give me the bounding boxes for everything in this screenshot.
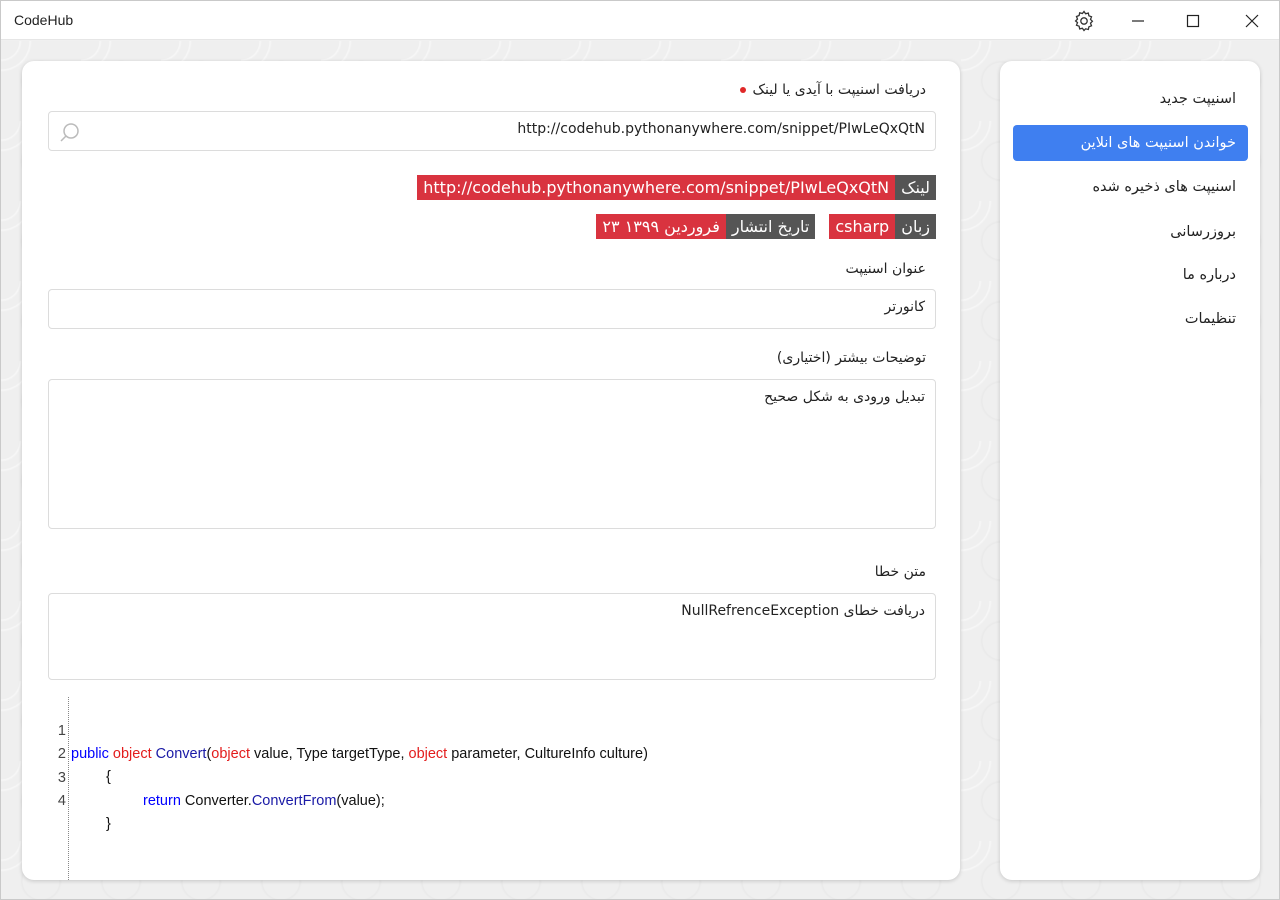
required-dot	[740, 87, 747, 93]
title-label: عنوان اسنیپت	[845, 261, 926, 277]
code-gutter	[68, 697, 69, 880]
language-tag-label: زبان	[895, 214, 936, 239]
code-token: (value);	[336, 793, 385, 809]
code-token: public	[71, 746, 109, 762]
description-label: توضیحات بیشتر (اختیاری)	[776, 350, 926, 366]
code-token: Convert	[155, 746, 207, 762]
description-value: تبدیل ورودی به شکل صحیح	[764, 389, 925, 405]
code-token: Converter.	[180, 793, 252, 809]
code-token: return	[143, 793, 181, 809]
code-line: 2 {	[22, 720, 111, 785]
code-token: ConvertFrom	[251, 793, 337, 809]
maximize-icon[interactable]	[1180, 9, 1206, 33]
language-tag-value: csharp	[829, 214, 896, 239]
code-line-text: }	[106, 816, 111, 832]
line-number: 3	[57, 770, 66, 786]
code-line-text: {	[106, 769, 111, 785]
code-token: value, Type targetType,	[249, 746, 409, 762]
code-token: parameter, CultureInfo culture)	[447, 746, 648, 762]
code-line: 3 return Converter.ConvertFrom(value);	[22, 744, 385, 809]
meta-tag-row: زبان csharp تاریخ انتشار ۲۳ فروردین ۱۳۹۹	[596, 214, 936, 239]
error-label: متن خطا	[874, 564, 926, 580]
code-editor[interactable]: 1 public object Convert(object value, Ty…	[22, 697, 960, 880]
link-tag-value[interactable]: http://codehub.pythonanywhere.com/snippe…	[417, 175, 896, 200]
snippet-detail-panel: دریافت اسنیپت با آیدی یا لینک http://cod…	[22, 61, 960, 880]
snippet-search-input[interactable]: http://codehub.pythonanywhere.com/snippe…	[48, 111, 936, 151]
date-tag-label: تاریخ انتشار	[725, 214, 816, 239]
code-line-text: public object Convert(object value, Type…	[71, 743, 648, 766]
description-textarea[interactable]: تبدیل ورودی به شکل صحیح	[48, 379, 936, 529]
code-token: object	[211, 746, 250, 762]
language-tag: زبان csharp	[829, 214, 936, 239]
date-tag: تاریخ انتشار ۲۳ فروردین ۱۳۹۹	[596, 214, 816, 239]
title-input-value: کانورتر	[884, 299, 925, 315]
date-tag-value: ۲۳ فروردین ۱۳۹۹	[596, 214, 726, 239]
title-bar: CodeHub	[1, 1, 1279, 40]
code-line: 1 public object Convert(object value, Ty…	[22, 697, 648, 762]
line-number: 4	[57, 793, 66, 809]
link-tag-label: لینک	[895, 175, 936, 200]
snippet-search-value: http://codehub.pythonanywhere.com/snippe…	[517, 121, 925, 137]
error-textarea[interactable]: دریافت خطای NullRefrenceException	[48, 593, 936, 680]
code-token: object	[112, 746, 152, 762]
sidebar-item-read-online[interactable]: خواندن اسنیپت های انلاین	[1013, 125, 1248, 161]
sidebar: اسنیپت جدید خواندن اسنیپت های انلاین اسن…	[1000, 61, 1260, 880]
title-input[interactable]: کانورتر	[48, 289, 936, 329]
code-line-text: return Converter.ConvertFrom(value);	[143, 790, 385, 813]
gear-icon[interactable]	[1071, 9, 1097, 33]
error-value: دریافت خطای NullRefrenceException	[681, 603, 925, 619]
fetch-label-text: دریافت اسنیپت با آیدی یا لینک	[752, 82, 926, 98]
close-icon[interactable]	[1239, 9, 1265, 33]
fetch-label: دریافت اسنیپت با آیدی یا لینک	[740, 82, 926, 98]
code-token: object	[408, 746, 448, 762]
sidebar-item-new-snippet[interactable]: اسنیپت جدید	[1013, 81, 1248, 117]
sidebar-item-update[interactable]: بروزرسانی	[1013, 214, 1248, 250]
sidebar-item-settings[interactable]: تنظیمات	[1013, 301, 1248, 337]
code-line: 4 }	[22, 767, 111, 832]
app-window: CodeHub دریافت اسنیپت با آیدی یا لینک ht…	[0, 0, 1280, 900]
search-icon[interactable]	[59, 122, 81, 146]
line-number: 2	[57, 746, 66, 762]
line-number: 1	[57, 723, 66, 739]
sidebar-item-about[interactable]: درباره ما	[1013, 257, 1248, 293]
minimize-icon[interactable]	[1125, 9, 1151, 33]
app-title: CodeHub	[14, 12, 74, 28]
sidebar-item-saved-snippets[interactable]: اسنیپت های ذخیره شده	[1013, 169, 1248, 205]
link-tag-row: لینک http://codehub.pythonanywhere.com/s…	[417, 175, 936, 200]
